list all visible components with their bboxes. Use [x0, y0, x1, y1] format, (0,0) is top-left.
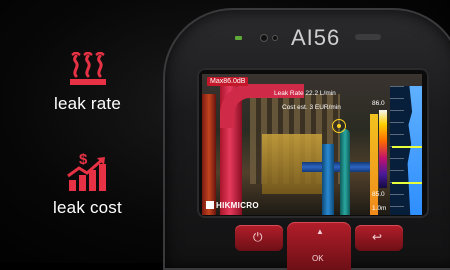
feature-label: leak rate: [53, 94, 121, 113]
feature-leak-cost: $ leak cost: [0, 150, 175, 218]
model-label: AI56: [291, 25, 341, 50]
camera-lens-icon: [261, 35, 267, 41]
distance-readout: 1.0m: [372, 205, 387, 212]
back-button[interactable]: ↩: [355, 225, 403, 251]
sensor-dot-icon: [273, 36, 277, 40]
feature-list: leak rate $ leak cost: [0, 0, 175, 263]
spectrum-marker: [392, 146, 422, 148]
svg-text:$: $: [79, 151, 88, 168]
color-scale-bar: [379, 110, 387, 188]
brand-logo: HIKMICRO: [206, 201, 259, 210]
thermal-camera-device: AI56 Max86.0dB Leak Rate 22.2 L/min Cost…: [163, 8, 450, 270]
brand-name: HIKMICRO: [216, 201, 259, 210]
power-button[interactable]: ⏻: [235, 225, 283, 251]
power-icon: ⏻: [253, 230, 263, 244]
dollar-growth-chart-icon: $: [66, 151, 106, 191]
cost-estimate-readout: Cost est. 3 EUR/min: [282, 104, 341, 111]
ok-label: OK: [312, 254, 324, 263]
scale-min-label: 85.0: [372, 191, 385, 198]
pipe-graphic: [370, 114, 378, 215]
promo-banner: leak rate $ leak cost AI56 Max86.0dB Lea…: [0, 0, 450, 270]
leak-rate-readout: Leak Rate 22.2 L/min: [274, 90, 336, 97]
spectrum-marker: [392, 182, 422, 184]
speaker-slot: [355, 34, 381, 40]
scale-max-label: 86.0: [372, 100, 385, 107]
feature-leak-rate: leak rate: [0, 52, 175, 114]
brand-mark-icon: [206, 201, 214, 209]
max-readout: Max86.0dB: [207, 77, 249, 86]
heat-waves-icon: [69, 52, 106, 85]
pipe-graphic: [340, 129, 350, 215]
pipe-graphic: [302, 162, 372, 172]
feature-label: leak cost: [53, 198, 122, 217]
pipe-graphic: [202, 94, 216, 215]
leak-target-icon: [332, 119, 346, 133]
return-icon: ↩: [372, 230, 383, 244]
arrow-up-icon: ▲: [316, 227, 324, 236]
status-led-icon: [235, 36, 242, 40]
device-top-panel: AI56: [213, 20, 413, 60]
pipe-graphic: [322, 144, 334, 215]
thermal-display: Max86.0dB Leak Rate 22.2 L/min Cost est.…: [202, 74, 422, 215]
spectrum-ticks: [390, 86, 404, 215]
